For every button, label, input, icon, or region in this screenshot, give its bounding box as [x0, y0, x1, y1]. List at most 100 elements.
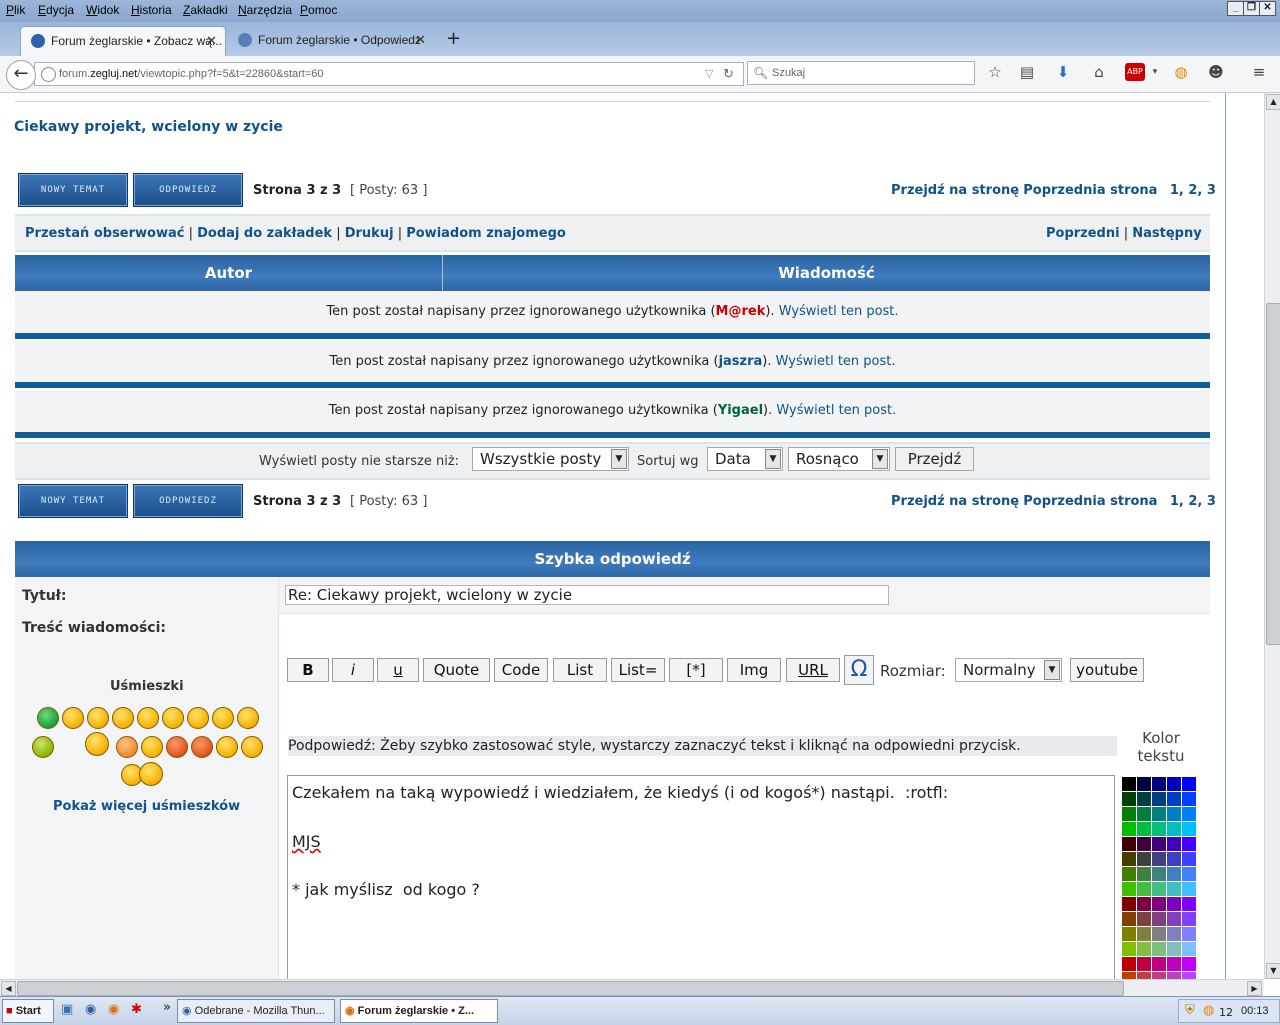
list-item-button[interactable]: [*] [669, 658, 723, 682]
star-icon[interactable]: ☆ [986, 63, 1004, 81]
chevron-right-icon[interactable]: » [163, 1000, 171, 1015]
show-desktop-icon[interactable]: ▣ [61, 1002, 73, 1017]
username-link[interactable]: jaszra [719, 354, 763, 369]
scrollbar-thumb[interactable] [1266, 303, 1280, 645]
color-swatch[interactable] [1182, 957, 1196, 971]
smiley-sad-icon[interactable] [112, 707, 134, 729]
task-firefox[interactable]: ◉ Forum żeglarskie • Z... [340, 999, 498, 1023]
color-swatch[interactable] [1167, 777, 1181, 791]
color-swatch[interactable] [1152, 852, 1166, 866]
color-swatch[interactable] [1152, 867, 1166, 881]
color-swatch[interactable] [1167, 972, 1181, 979]
smiley-wink-icon[interactable] [241, 736, 263, 758]
color-swatch[interactable] [1122, 807, 1136, 821]
sort-order-select[interactable]: Rosnąco ▼ [788, 447, 890, 471]
firefox-quicklaunch-icon[interactable]: ◉ [108, 1002, 119, 1017]
color-swatch[interactable] [1122, 927, 1136, 941]
smiley-twisted-icon[interactable] [191, 736, 213, 758]
color-swatch[interactable] [1167, 897, 1181, 911]
smiley-confused-icon[interactable] [162, 707, 184, 729]
message-textarea[interactable]: Czekałem na taką wypowiedź i wiedziałem,… [287, 775, 1115, 979]
code-button[interactable]: Code [494, 658, 548, 682]
smiley-mad-icon[interactable] [237, 707, 259, 729]
color-swatch[interactable] [1167, 882, 1181, 896]
color-swatch[interactable] [1182, 882, 1196, 896]
italic-button[interactable]: i [332, 658, 374, 682]
download-icon[interactable]: ⬇ [1054, 63, 1072, 81]
color-swatch[interactable] [1122, 882, 1136, 896]
color-swatch[interactable] [1137, 942, 1151, 956]
topic-title[interactable]: Ciekawy projekt, wcielony w zycie [14, 119, 283, 135]
extension-icon[interactable]: ◍ [1172, 63, 1190, 81]
color-swatch[interactable] [1137, 822, 1151, 836]
goto-page-link[interactable]: Przejdź na stronę [891, 494, 1019, 509]
color-swatch[interactable] [1122, 897, 1136, 911]
subject-input[interactable] [285, 585, 889, 605]
color-swatch[interactable] [1122, 852, 1136, 866]
smiley-nerd-icon[interactable] [141, 736, 163, 758]
notify-friend-link[interactable]: Powiadom znajomego [406, 226, 566, 241]
color-swatch[interactable] [1182, 972, 1196, 979]
color-swatch[interactable] [1182, 822, 1196, 836]
goto-page-link[interactable]: Przejdź na stronę [891, 183, 1019, 198]
smiley-smile-icon[interactable] [87, 707, 109, 729]
bookmark-link[interactable]: Dodaj do zakładek [197, 226, 332, 241]
reload-icon[interactable]: ↻ [723, 63, 734, 85]
shield-icon[interactable]: ⛨ [1185, 1003, 1195, 1018]
color-swatch[interactable] [1182, 837, 1196, 851]
color-swatch[interactable] [1152, 972, 1166, 979]
username-link[interactable]: Yigael [718, 403, 763, 418]
color-swatch[interactable] [1182, 807, 1196, 821]
color-swatch[interactable] [1152, 942, 1166, 956]
color-swatch[interactable] [1167, 942, 1181, 956]
previous-page-link[interactable]: Poprzednia strona [1023, 183, 1157, 198]
quote-button[interactable]: Quote [423, 658, 490, 682]
reply-button[interactable]: ODPOWIEDZ [133, 484, 243, 518]
url-button[interactable]: URL [786, 658, 840, 682]
hscroll-thumb[interactable] [17, 981, 1124, 996]
dropdown-arrow-icon[interactable]: ▽ [705, 63, 713, 85]
next-topic-link[interactable]: Następny [1132, 226, 1201, 241]
unwatch-link[interactable]: Przestań obserwować [25, 226, 184, 241]
update-icon[interactable]: ◍ [1203, 1003, 1214, 1018]
bold-button[interactable]: B [287, 658, 329, 682]
color-swatch[interactable] [1122, 867, 1136, 881]
color-swatch[interactable] [1182, 912, 1196, 926]
color-swatch[interactable] [1152, 777, 1166, 791]
menu-view[interactable]: Widok [86, 3, 119, 17]
menu-bookmarks[interactable]: Zakładki [183, 3, 228, 17]
color-swatch[interactable] [1137, 897, 1151, 911]
color-swatch[interactable] [1122, 837, 1136, 851]
smiley-wave-icon[interactable] [85, 732, 109, 756]
image-button[interactable]: Img [727, 658, 781, 682]
page-1-link[interactable]: 1 [1170, 183, 1179, 198]
color-swatch[interactable] [1152, 927, 1166, 941]
vertical-scrollbar[interactable]: ▲ ▼ [1264, 93, 1280, 979]
color-swatch[interactable] [1137, 972, 1151, 979]
color-swatch[interactable] [1122, 792, 1136, 806]
color-swatch[interactable] [1137, 957, 1151, 971]
color-swatch[interactable] [1137, 852, 1151, 866]
show-post-link[interactable]: Wyświetl ten post. [776, 403, 896, 418]
smiley-surprised-icon[interactable] [137, 707, 159, 729]
menu-help[interactable]: Pomoc [300, 3, 337, 17]
color-swatch[interactable] [1152, 807, 1166, 821]
color-swatch[interactable] [1167, 852, 1181, 866]
color-swatch[interactable] [1167, 957, 1181, 971]
underline-button[interactable]: u [377, 658, 419, 682]
list-ordered-button[interactable]: List= [611, 658, 665, 682]
color-swatch[interactable] [1182, 852, 1196, 866]
color-swatch[interactable] [1167, 807, 1181, 821]
tab-close-icon[interactable]: ✕ [415, 26, 426, 54]
close-window-icon[interactable]: ✕ [1259, 1, 1276, 16]
tab-topic[interactable]: Forum żeglarskie • Zobacz wą... ✕ [20, 26, 226, 57]
start-button[interactable]: ■ Start [2, 999, 54, 1023]
color-swatch[interactable] [1167, 912, 1181, 926]
print-link[interactable]: Drukuj [345, 226, 394, 241]
chat-icon[interactable]: ☻ [1207, 63, 1225, 81]
show-post-link[interactable]: Wyświetl ten post. [779, 304, 899, 319]
color-swatch[interactable] [1152, 837, 1166, 851]
smiley-razz-icon[interactable] [212, 707, 234, 729]
restore-icon[interactable]: ❐ [1243, 1, 1260, 16]
smiley-blush-icon[interactable] [116, 736, 138, 758]
